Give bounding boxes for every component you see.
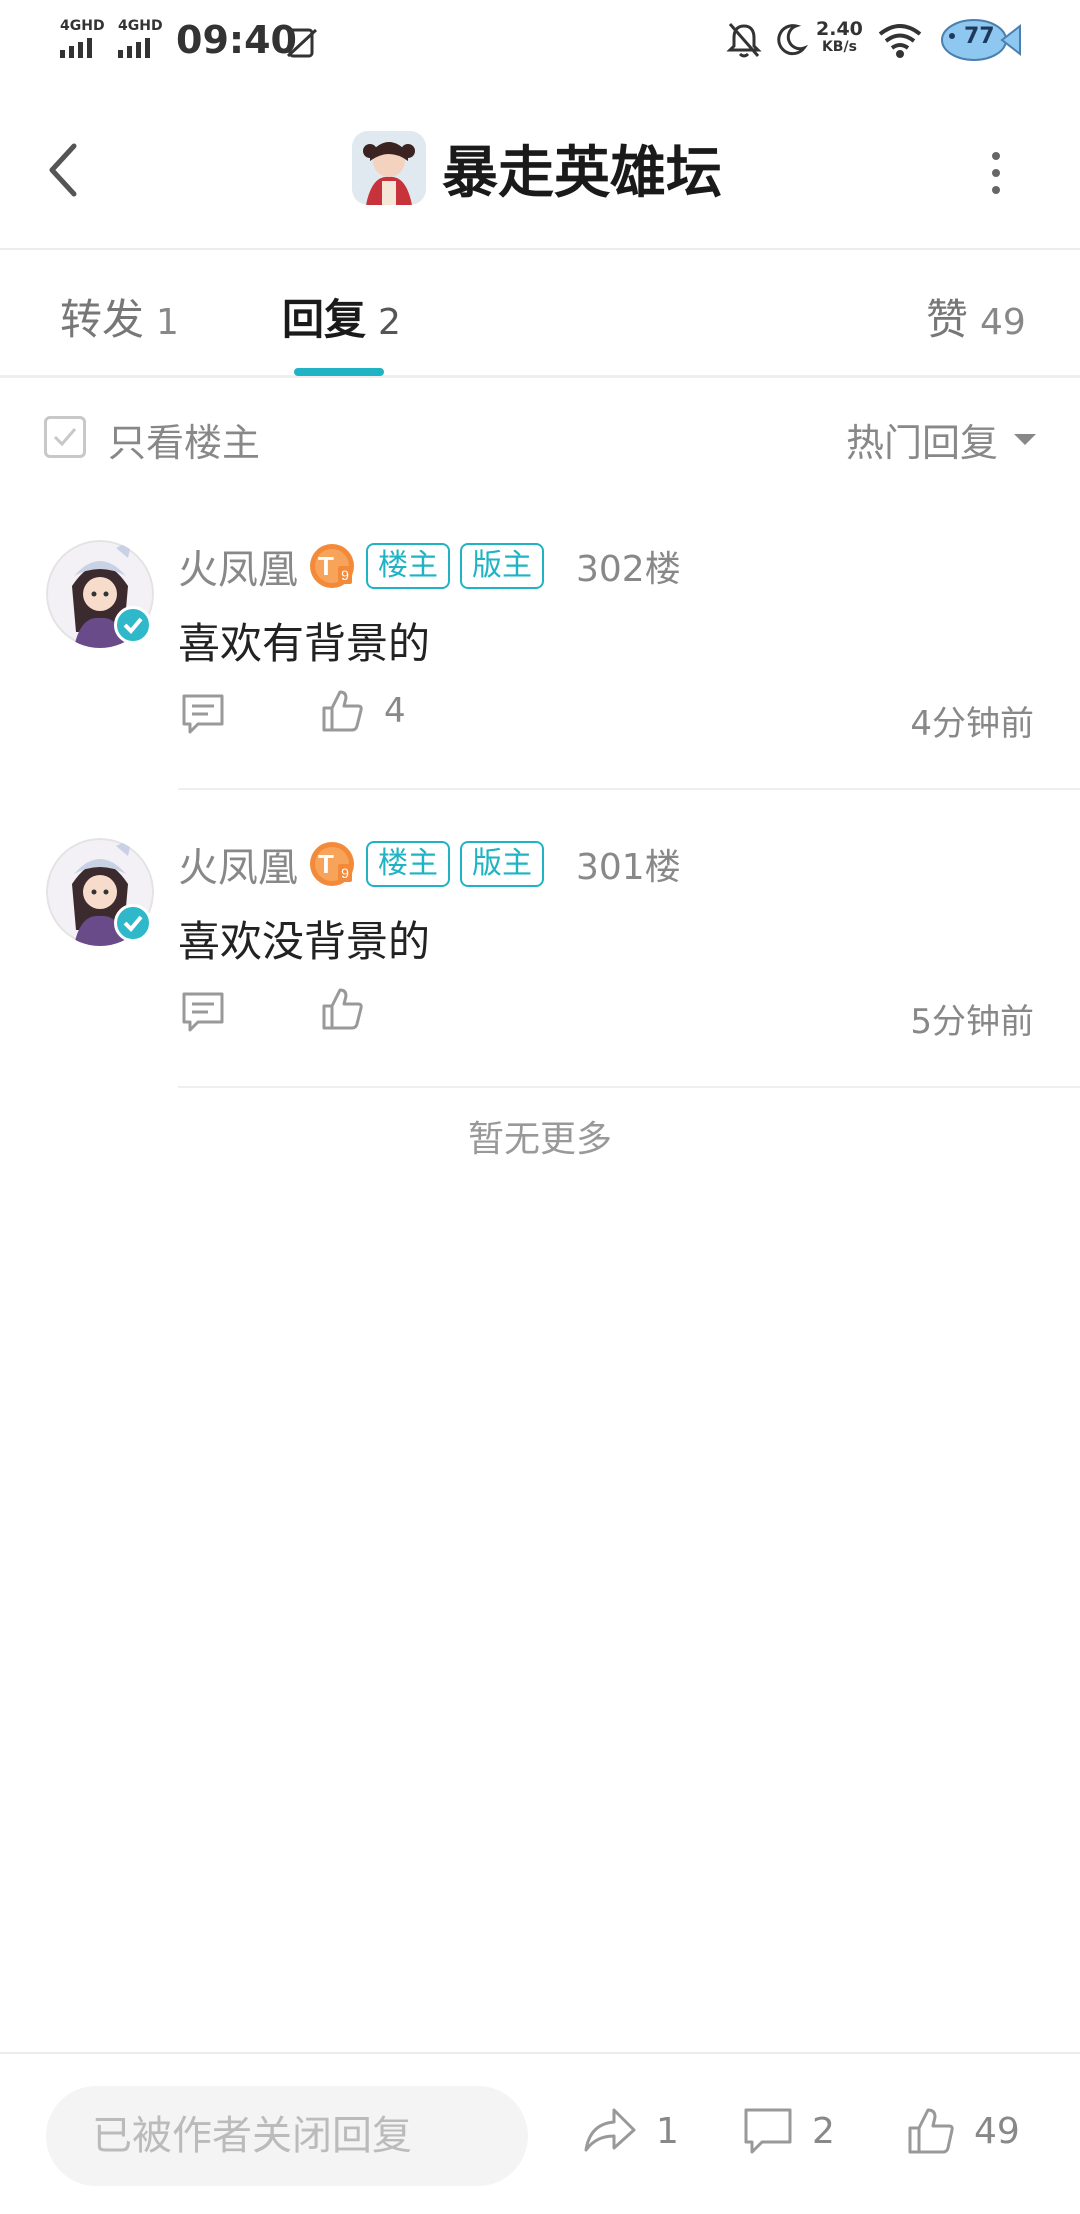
signal-indicator-1: 4GHD bbox=[60, 18, 105, 58]
reply-content: 喜欢没背景的 bbox=[178, 917, 431, 966]
forum-app-icon bbox=[352, 131, 426, 205]
caret-down-icon bbox=[1014, 434, 1036, 445]
network-type-2: 4GHD bbox=[118, 18, 163, 34]
verified-badge-icon bbox=[114, 606, 152, 644]
reply-time: 4分钟前 bbox=[910, 704, 1034, 744]
tab-count: 1 bbox=[156, 302, 179, 343]
username[interactable]: 火凤凰 bbox=[178, 835, 298, 893]
check-icon bbox=[53, 428, 77, 447]
back-button[interactable] bbox=[44, 140, 84, 200]
wifi-icon bbox=[878, 24, 922, 58]
fish-battery-icon: 77 bbox=[938, 14, 1022, 66]
reply-item: 火凤凰 T 9 楼主 版主 301楼 喜欢没背景的 5分钟前 bbox=[0, 790, 1080, 1090]
thumbs-up-icon bbox=[908, 2108, 954, 2154]
comment-count: 2 bbox=[812, 2110, 835, 2152]
moderator-tag: 版主 bbox=[460, 841, 544, 887]
floor-number: 302楼 bbox=[576, 549, 681, 590]
thumbs-up-icon bbox=[322, 988, 363, 1030]
only-author-label[interactable]: 只看楼主 bbox=[108, 412, 260, 467]
speed-value: 2.40 bbox=[816, 18, 863, 40]
more-vertical-icon bbox=[992, 152, 1000, 194]
reply-meta: 火凤凰 T 9 楼主 版主 302楼 bbox=[178, 538, 681, 594]
comment-icon bbox=[182, 992, 224, 1032]
tab-label: 回复 bbox=[282, 295, 367, 344]
sort-label: 热门回复 bbox=[845, 421, 998, 465]
like-button[interactable]: 4 bbox=[320, 688, 406, 734]
status-bar: 4GHD 4GHD 09:40 2.40 KB/s 77 bbox=[0, 0, 1080, 88]
network-speed: 2.40 KB/s bbox=[816, 20, 863, 56]
active-tab-indicator bbox=[294, 368, 384, 376]
tab-bar: 转发 1 回复 2 赞 49 bbox=[0, 252, 1080, 378]
tab-likes[interactable]: 赞 49 bbox=[926, 286, 1026, 347]
reply-time: 5分钟前 bbox=[910, 1002, 1034, 1042]
sort-dropdown[interactable]: 热门回复 bbox=[846, 412, 1036, 467]
like-post-button[interactable]: 49 bbox=[906, 2106, 1020, 2156]
moderator-tag: 版主 bbox=[460, 543, 544, 589]
username[interactable]: 火凤凰 bbox=[178, 537, 298, 595]
moon-icon bbox=[777, 24, 808, 56]
verified-badge-icon bbox=[114, 904, 152, 942]
like-button[interactable] bbox=[320, 986, 384, 1032]
signal-indicator-2: 4GHD bbox=[118, 18, 163, 58]
status-time: 09:40 bbox=[176, 18, 297, 62]
comment-bubble-icon bbox=[744, 2108, 792, 2154]
comment-button[interactable]: 2 bbox=[742, 2106, 835, 2156]
sim-icon bbox=[286, 28, 318, 58]
only-author-checkbox[interactable] bbox=[44, 416, 86, 458]
tab-label: 赞 bbox=[926, 295, 969, 344]
page-title: 暴走英雄坛 bbox=[442, 140, 722, 206]
tab-label: 转发 bbox=[60, 295, 145, 344]
speed-unit: KB/s bbox=[821, 39, 857, 55]
share-button[interactable]: 1 bbox=[582, 2106, 679, 2156]
reply-button[interactable] bbox=[180, 990, 226, 1034]
svg-text:T: T bbox=[318, 551, 334, 581]
floor-number: 301楼 bbox=[576, 847, 681, 888]
author-tag: 楼主 bbox=[366, 543, 450, 589]
network-type-1: 4GHD bbox=[60, 18, 105, 34]
top-app-bar: 暴走英雄坛 bbox=[0, 88, 1080, 250]
post-like-count: 49 bbox=[974, 2110, 1020, 2152]
tab-count: 49 bbox=[980, 302, 1026, 343]
divider bbox=[178, 1086, 1080, 1088]
reply-content: 喜欢有背景的 bbox=[178, 619, 431, 668]
share-count: 1 bbox=[656, 2110, 679, 2152]
tab-forwards[interactable]: 转发 1 bbox=[60, 286, 179, 347]
battery-level: 77 bbox=[964, 24, 995, 49]
share-arrow-icon bbox=[584, 2108, 636, 2152]
tab-replies[interactable]: 回复 2 bbox=[282, 286, 401, 347]
reply-item: 火凤凰 T 9 楼主 版主 302楼 喜欢有背景的 4 4分钟前 bbox=[0, 492, 1080, 792]
filter-row: 只看楼主 热门回复 bbox=[0, 380, 1080, 492]
more-button[interactable] bbox=[986, 148, 1006, 198]
no-more-label: 暂无更多 bbox=[467, 1119, 612, 1160]
svg-text:T: T bbox=[318, 849, 334, 879]
like-count: 4 bbox=[384, 691, 406, 731]
mute-bell-icon bbox=[726, 23, 762, 58]
svg-text:9: 9 bbox=[341, 865, 349, 881]
thumbs-up-icon bbox=[322, 690, 363, 732]
reply-meta: 火凤凰 T 9 楼主 版主 301楼 bbox=[178, 836, 681, 892]
forum-title-group[interactable]: 暴走英雄坛 bbox=[352, 128, 722, 208]
comment-icon bbox=[182, 694, 224, 734]
author-tag: 楼主 bbox=[366, 841, 450, 887]
bottom-action-bar: 已被作者关闭回复 1 2 49 bbox=[0, 2052, 1080, 2214]
tab-count: 2 bbox=[378, 302, 401, 343]
level-badge-icon: T 9 bbox=[310, 842, 354, 886]
level-badge-icon: T 9 bbox=[310, 544, 354, 588]
reply-closed-field: 已被作者关闭回复 bbox=[46, 2086, 528, 2186]
reply-button[interactable] bbox=[180, 692, 226, 736]
svg-text:9: 9 bbox=[341, 567, 349, 583]
chevron-left-icon bbox=[49, 143, 77, 197]
